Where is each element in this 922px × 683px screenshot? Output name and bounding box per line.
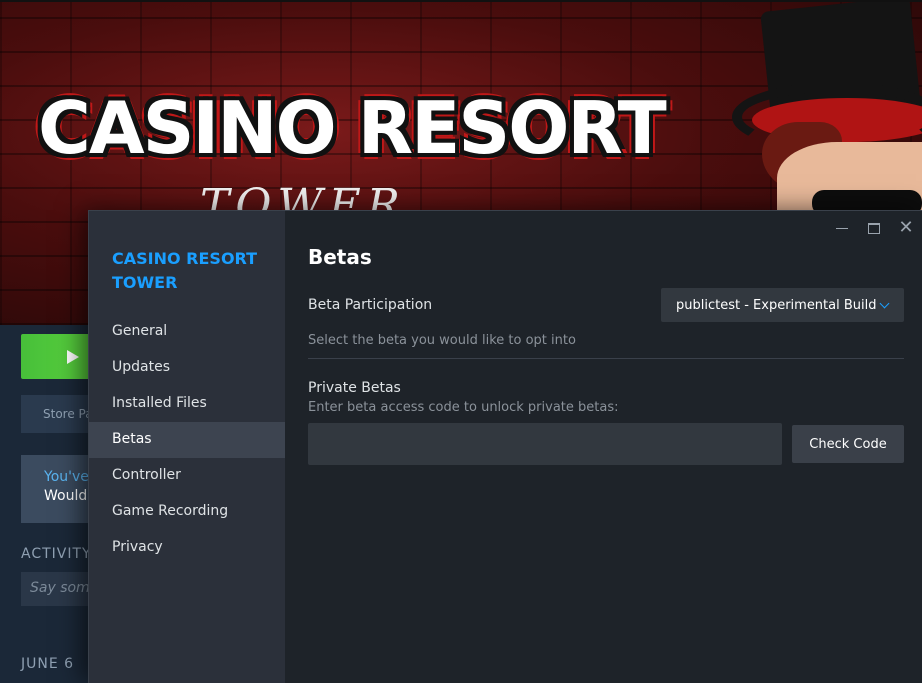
notice-banner[interactable]: You've Would (21, 455, 91, 523)
nav-item-general[interactable]: General (89, 314, 285, 350)
nav-item-game-recording[interactable]: Game Recording (89, 494, 285, 530)
properties-sidebar: CASINO RESORT TOWER General Updates Inst… (89, 211, 285, 683)
date-heading: JUNE 6 (21, 656, 75, 672)
play-icon (67, 349, 79, 364)
maximize-icon (868, 222, 880, 234)
chevron-down-icon (879, 298, 890, 309)
maximize-button[interactable] (858, 219, 890, 237)
beta-select-value: publictest - Experimental Build (676, 297, 877, 313)
store-page-button[interactable]: Store Page (21, 395, 91, 433)
page-title: Betas (308, 245, 372, 269)
close-icon: ✕ (898, 217, 914, 238)
activity-heading: ACTIVITY (21, 546, 92, 562)
private-betas-title: Private Betas (308, 380, 401, 396)
properties-nav: General Updates Installed Files Betas Co… (89, 314, 285, 566)
notice-line-1: You've (44, 469, 89, 485)
minimize-icon (836, 227, 848, 229)
nav-item-privacy[interactable]: Privacy (89, 530, 285, 566)
beta-select-dropdown[interactable]: publictest - Experimental Build (661, 288, 904, 322)
minimize-button[interactable] (826, 219, 858, 237)
beta-participation-hint: Select the beta you would like to opt in… (308, 333, 576, 348)
private-betas-hint: Enter beta access code to unlock private… (308, 400, 619, 415)
game-name: CASINO RESORT TOWER (112, 249, 258, 292)
hero-title: CASINO RESORT (38, 86, 667, 170)
section-divider (308, 358, 904, 359)
properties-dialog: CASINO RESORT TOWER General Updates Inst… (88, 210, 922, 683)
nav-item-controller[interactable]: Controller (89, 458, 285, 494)
nav-item-updates[interactable]: Updates (89, 350, 285, 386)
beta-code-input[interactable] (308, 423, 782, 465)
play-button[interactable] (21, 334, 91, 379)
mascot-image (722, 2, 922, 214)
activity-input[interactable]: Say something (21, 572, 91, 606)
check-code-button[interactable]: Check Code (792, 425, 904, 463)
close-button[interactable]: ✕ (890, 219, 922, 237)
nav-item-betas[interactable]: Betas (89, 422, 285, 458)
window-controls: ✕ (826, 219, 922, 237)
betas-content: ✕ Betas Beta Participation publictest - … (285, 211, 922, 683)
beta-participation-label: Beta Participation (308, 297, 433, 313)
notice-line-2: Would (44, 488, 88, 504)
nav-item-installed-files[interactable]: Installed Files (89, 386, 285, 422)
